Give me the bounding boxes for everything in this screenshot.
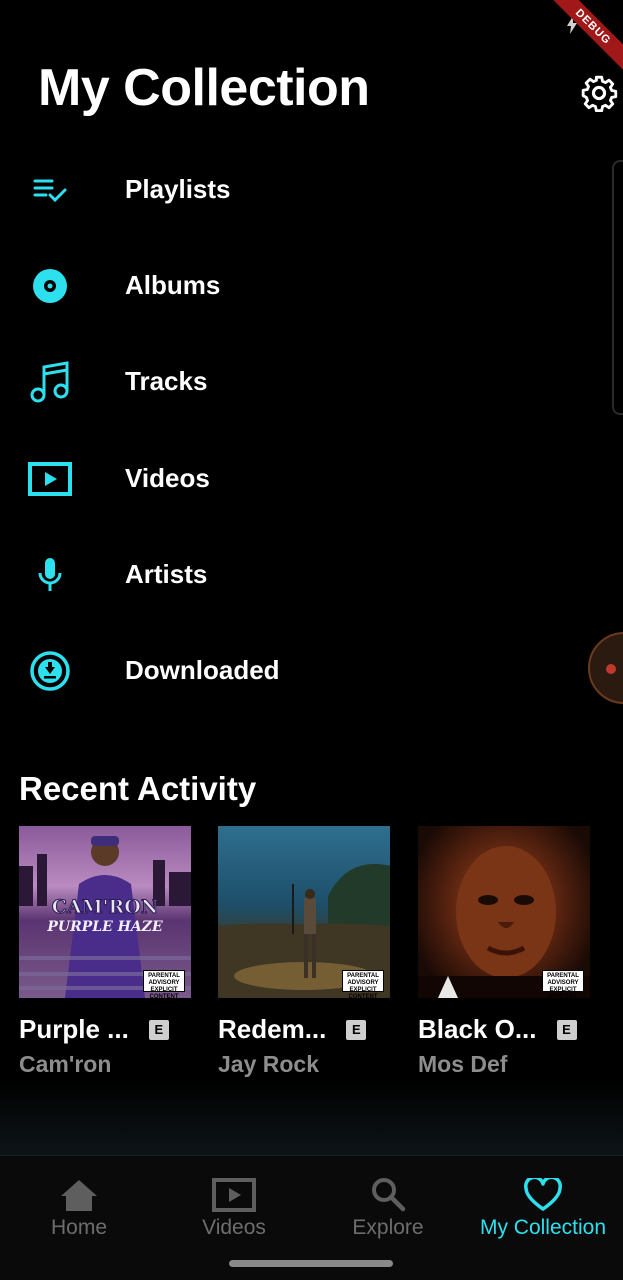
artist-name[interactable]: Mos Def — [418, 1051, 590, 1078]
download-circle-icon — [26, 649, 74, 693]
album-cover[interactable]: PARENTAL ADVISORY EXPLICIT CONTENT — [418, 826, 590, 998]
nav-tab-my-collection[interactable]: My Collection — [465, 1172, 621, 1240]
menu-item-downloaded[interactable]: Downloaded — [0, 631, 600, 711]
album-cover[interactable]: CAM'RON PURPLE HAZE PARENTAL ADVISORY EX… — [19, 826, 191, 998]
debug-banner: DEBUG — [553, 0, 623, 70]
recent-activity-heading: Recent Activity — [19, 770, 257, 807]
recent-item-card[interactable]: CAM'RON PURPLE HAZE PARENTAL ADVISORY EX… — [19, 826, 191, 1078]
record-dot-icon — [606, 664, 616, 674]
explicit-badge: E — [346, 1019, 367, 1040]
nav-label-videos: Videos — [202, 1216, 266, 1239]
video-play-icon — [26, 457, 74, 501]
menu-label-downloaded: Downloaded — [125, 655, 280, 685]
album-cover-subtext: PURPLE HAZE — [47, 919, 163, 935]
album-title: Redem... — [218, 1014, 327, 1044]
menu-item-videos[interactable]: Videos — [0, 439, 600, 519]
explicit-badge: E — [556, 1019, 577, 1040]
playlist-check-icon — [26, 168, 74, 212]
microphone-icon — [26, 553, 74, 597]
search-icon — [372, 1178, 406, 1212]
nav-tab-home[interactable]: Home — [1, 1172, 157, 1240]
menu-label-albums: Albums — [125, 270, 221, 300]
nav-label-my-collection: My Collection — [479, 1216, 607, 1239]
mini-player-shadow — [0, 1080, 623, 1155]
menu-item-artists[interactable]: Artists — [0, 535, 600, 615]
heart-icon — [524, 1178, 562, 1211]
parental-advisory-label: PARENTAL ADVISORY EXPLICIT CONTENT — [143, 970, 185, 998]
home-indicator[interactable] — [229, 1260, 393, 1267]
page-title: My Collection — [38, 59, 370, 117]
menu-label-artists: Artists — [125, 559, 208, 589]
nav-label-explore: Explore — [352, 1216, 424, 1239]
menu-item-tracks[interactable]: Tracks — [0, 342, 600, 422]
home-icon — [61, 1180, 97, 1211]
menu-label-playlists: Playlists — [125, 174, 231, 204]
recent-item-card[interactable]: PARENTAL ADVISORY EXPLICIT CONTENT Black… — [418, 826, 590, 1078]
settings-gear-icon[interactable] — [580, 74, 618, 112]
explicit-badge: E — [148, 1019, 169, 1040]
music-note-icon — [26, 360, 74, 404]
album-cover-text: CAM'RON — [51, 896, 159, 919]
nav-tab-explore[interactable]: Explore — [310, 1172, 466, 1240]
menu-label-tracks: Tracks — [125, 366, 208, 396]
nav-tab-videos[interactable]: Videos — [156, 1172, 312, 1240]
artist-name[interactable]: Cam'ron — [19, 1051, 191, 1078]
menu-item-albums[interactable]: Albums — [0, 246, 600, 326]
scroll-indicator — [612, 160, 623, 415]
parental-advisory-label: PARENTAL ADVISORY EXPLICIT CONTENT — [542, 970, 584, 998]
album-title: Black O... — [418, 1014, 537, 1044]
menu-item-playlists[interactable]: Playlists — [0, 150, 600, 230]
artist-name[interactable]: Jay Rock — [218, 1051, 390, 1078]
album-title: Purple ... — [19, 1014, 129, 1044]
album-disc-icon — [26, 264, 74, 308]
nav-label-home: Home — [50, 1216, 108, 1239]
menu-label-videos: Videos — [125, 463, 210, 493]
video-icon — [212, 1178, 256, 1212]
parental-advisory-label: PARENTAL ADVISORY EXPLICIT CONTENT — [342, 970, 384, 998]
album-cover[interactable]: PARENTAL ADVISORY EXPLICIT CONTENT — [218, 826, 390, 998]
recent-item-card[interactable]: PARENTAL ADVISORY EXPLICIT CONTENT Redem… — [218, 826, 390, 1078]
